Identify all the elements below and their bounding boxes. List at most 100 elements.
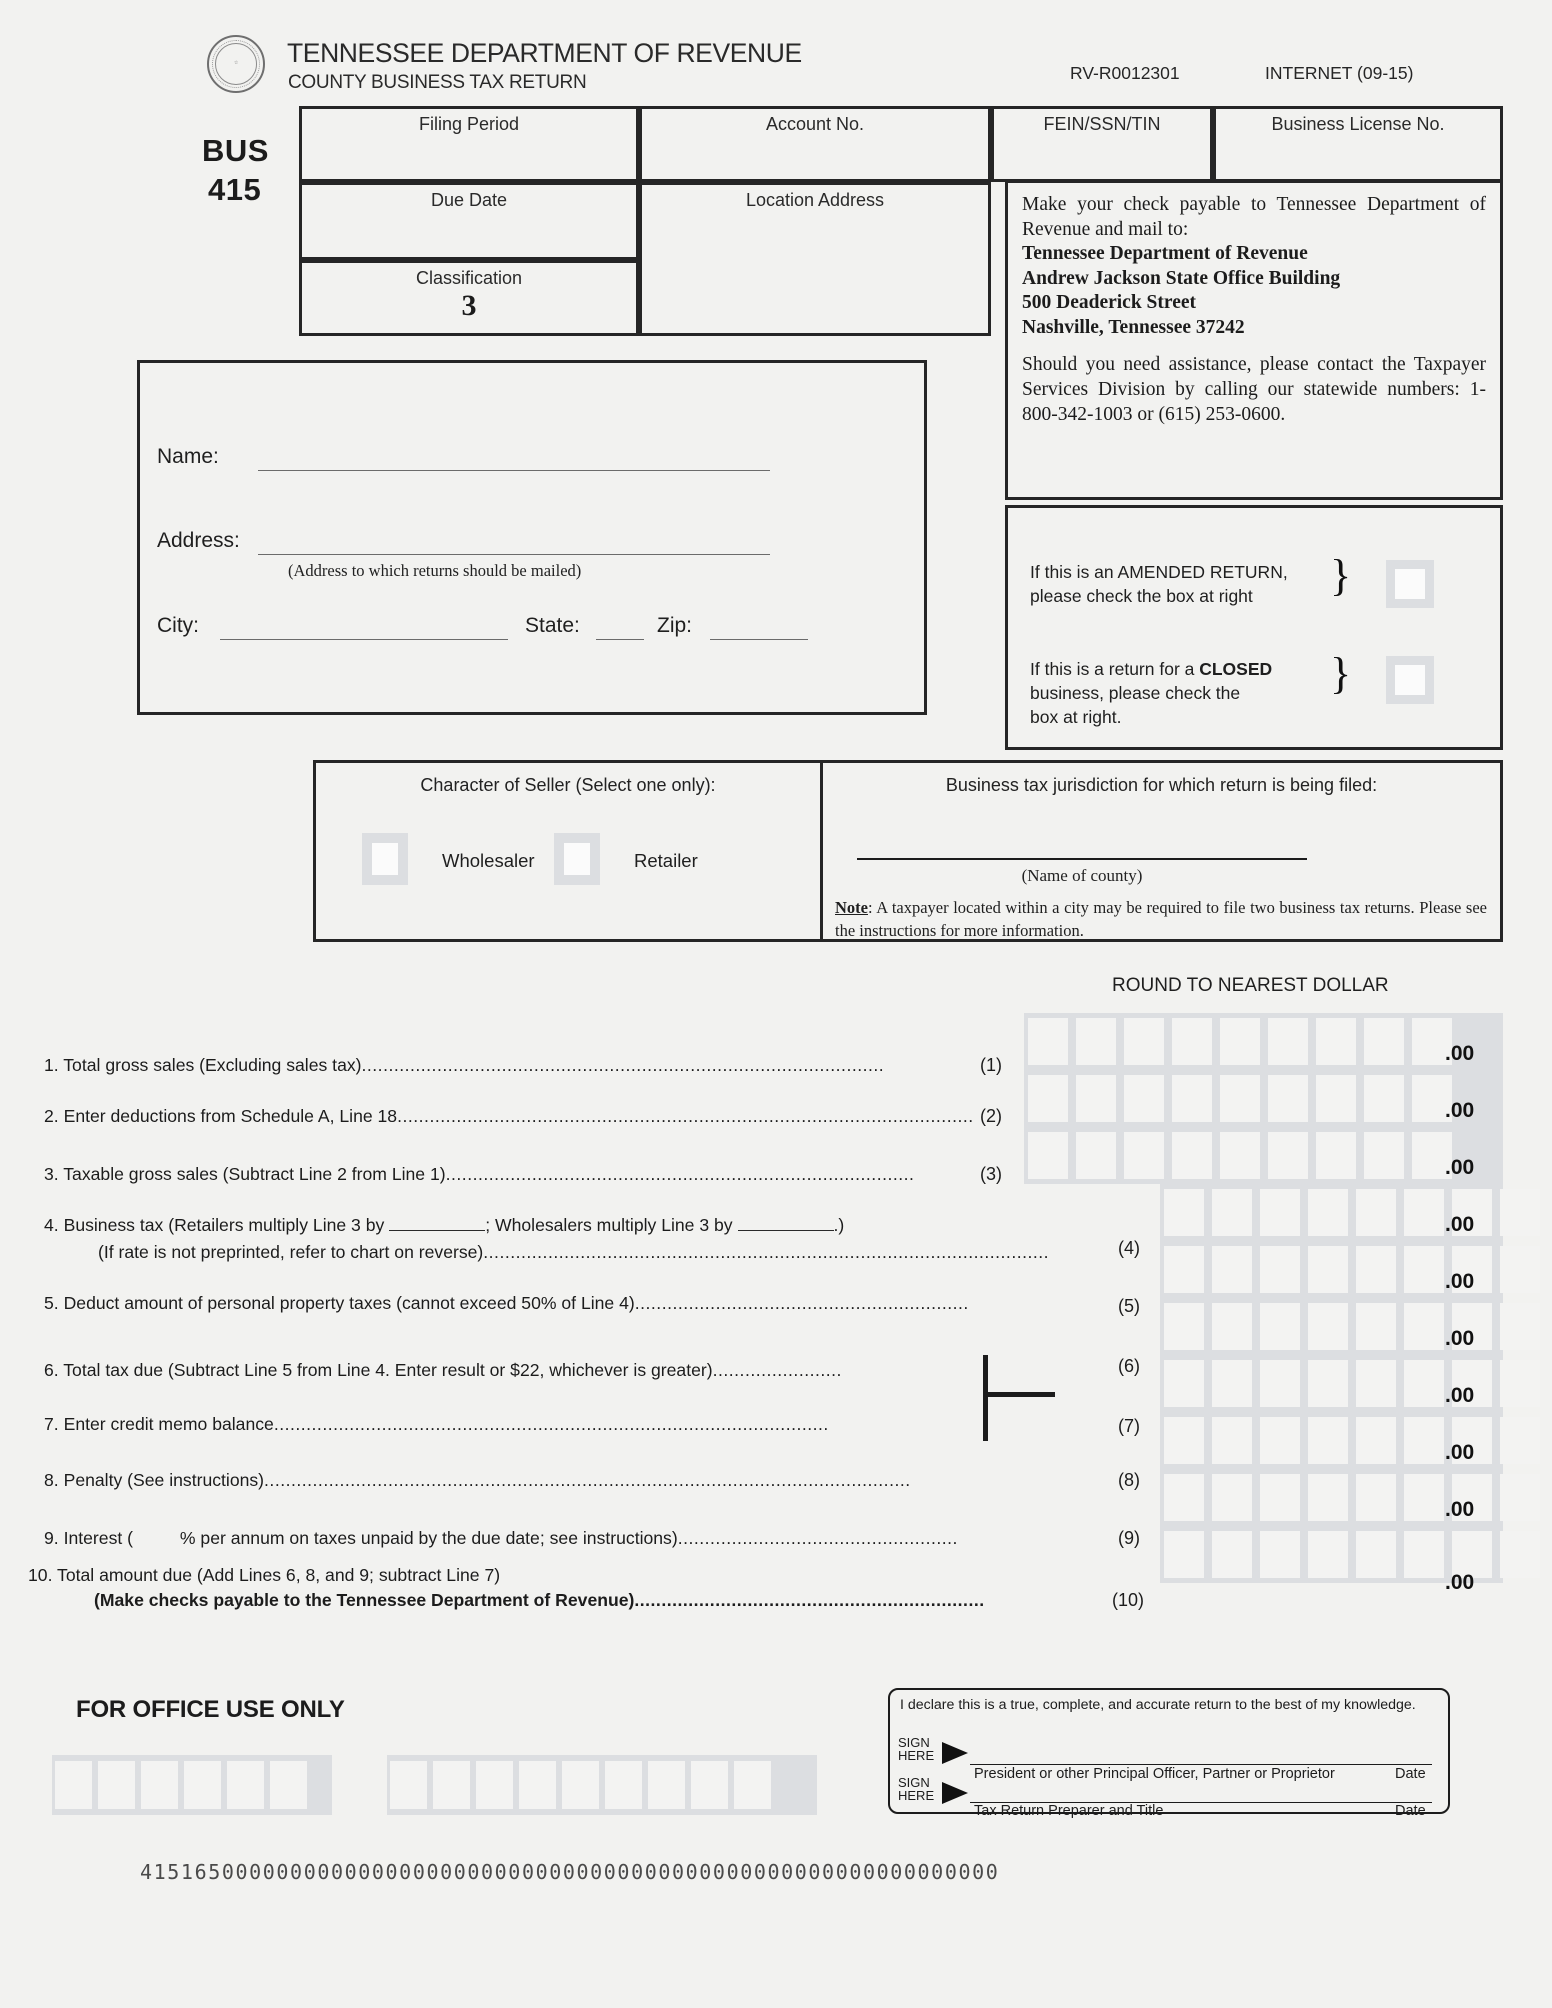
amount-cell[interactable] bbox=[1164, 1246, 1204, 1293]
amount-cell[interactable] bbox=[1364, 1132, 1404, 1179]
amount-cell[interactable] bbox=[1500, 1303, 1540, 1350]
amount-cell[interactable] bbox=[1308, 1417, 1348, 1464]
office-cell[interactable] bbox=[691, 1761, 728, 1809]
county-input[interactable] bbox=[857, 858, 1307, 860]
amount-cell[interactable] bbox=[1212, 1531, 1252, 1578]
amount-cell[interactable] bbox=[1316, 1018, 1356, 1065]
amount-cell[interactable] bbox=[1076, 1018, 1116, 1065]
closed-business-checkbox[interactable] bbox=[1386, 656, 1434, 704]
office-cell[interactable] bbox=[433, 1761, 470, 1809]
amount-row-3[interactable] bbox=[1024, 1127, 1503, 1184]
field-filing-period[interactable]: Filing Period bbox=[299, 106, 639, 182]
amount-cell[interactable] bbox=[1124, 1075, 1164, 1122]
amount-cell[interactable] bbox=[1308, 1531, 1348, 1578]
amount-cell[interactable] bbox=[1028, 1132, 1068, 1179]
amount-cell[interactable] bbox=[1404, 1246, 1444, 1293]
field-due-date[interactable]: Due Date bbox=[299, 182, 639, 260]
wholesaler-rate-input[interactable] bbox=[737, 1216, 834, 1231]
amount-cell[interactable] bbox=[1404, 1360, 1444, 1407]
amount-cell[interactable] bbox=[1404, 1189, 1444, 1236]
amount-cell[interactable] bbox=[1212, 1417, 1252, 1464]
amount-cell[interactable] bbox=[1220, 1018, 1260, 1065]
amount-cell[interactable] bbox=[1076, 1132, 1116, 1179]
signature-input-1[interactable] bbox=[970, 1764, 1432, 1765]
office-cell[interactable] bbox=[476, 1761, 513, 1809]
amount-cell[interactable] bbox=[1124, 1132, 1164, 1179]
amount-cell[interactable] bbox=[1028, 1075, 1068, 1122]
amount-cell[interactable] bbox=[1172, 1018, 1212, 1065]
amended-return-checkbox[interactable] bbox=[1386, 560, 1434, 608]
amount-cell[interactable] bbox=[1356, 1360, 1396, 1407]
office-cell[interactable] bbox=[648, 1761, 685, 1809]
amount-cell[interactable] bbox=[1172, 1075, 1212, 1122]
amount-cell[interactable] bbox=[1308, 1246, 1348, 1293]
amount-cell[interactable] bbox=[1500, 1417, 1540, 1464]
office-cell[interactable] bbox=[98, 1761, 135, 1809]
name-input[interactable] bbox=[258, 470, 770, 471]
amount-cell[interactable] bbox=[1500, 1474, 1540, 1521]
office-use-group-2[interactable] bbox=[387, 1755, 817, 1815]
field-classification[interactable]: Classification 3 bbox=[299, 260, 639, 336]
amount-cell[interactable] bbox=[1164, 1360, 1204, 1407]
amount-cell[interactable] bbox=[1220, 1075, 1260, 1122]
amount-cell[interactable] bbox=[1316, 1132, 1356, 1179]
amount-cell[interactable] bbox=[1364, 1075, 1404, 1122]
amount-cell[interactable] bbox=[1172, 1132, 1212, 1179]
amount-cell[interactable] bbox=[1268, 1132, 1308, 1179]
amount-cell[interactable] bbox=[1404, 1474, 1444, 1521]
amount-cell[interactable] bbox=[1500, 1189, 1540, 1236]
amount-cell[interactable] bbox=[1500, 1531, 1540, 1578]
amount-cell[interactable] bbox=[1356, 1417, 1396, 1464]
amount-cell[interactable] bbox=[1260, 1417, 1300, 1464]
zip-input[interactable] bbox=[710, 639, 808, 640]
city-input[interactable] bbox=[220, 639, 508, 640]
state-input[interactable] bbox=[596, 639, 644, 640]
office-cell[interactable] bbox=[55, 1761, 92, 1809]
wholesaler-checkbox[interactable] bbox=[362, 833, 408, 885]
amount-cell[interactable] bbox=[1164, 1303, 1204, 1350]
amount-cell[interactable] bbox=[1356, 1303, 1396, 1350]
amount-cell[interactable] bbox=[1268, 1075, 1308, 1122]
amount-cell[interactable] bbox=[1212, 1360, 1252, 1407]
field-location-address[interactable]: Location Address bbox=[639, 182, 991, 336]
address-input[interactable] bbox=[258, 554, 770, 555]
retailer-rate-input[interactable] bbox=[389, 1216, 486, 1231]
office-cell[interactable] bbox=[270, 1761, 307, 1809]
office-cell[interactable] bbox=[605, 1761, 642, 1809]
amount-cell[interactable] bbox=[1356, 1474, 1396, 1521]
amount-cell[interactable] bbox=[1356, 1189, 1396, 1236]
office-cell[interactable] bbox=[734, 1761, 771, 1809]
amount-cell[interactable] bbox=[1356, 1531, 1396, 1578]
amount-cell[interactable] bbox=[1404, 1417, 1444, 1464]
amount-cell[interactable] bbox=[1260, 1303, 1300, 1350]
amount-cell[interactable] bbox=[1308, 1474, 1348, 1521]
amount-row-1[interactable] bbox=[1024, 1013, 1503, 1070]
office-cell[interactable] bbox=[562, 1761, 599, 1809]
amount-cell[interactable] bbox=[1164, 1474, 1204, 1521]
field-fein[interactable]: FEIN/SSN/TIN bbox=[991, 106, 1213, 182]
amount-cell[interactable] bbox=[1212, 1189, 1252, 1236]
amount-cell[interactable] bbox=[1028, 1018, 1068, 1065]
amount-cell[interactable] bbox=[1260, 1360, 1300, 1407]
amount-cell[interactable] bbox=[1404, 1303, 1444, 1350]
interest-rate-input[interactable] bbox=[138, 1530, 180, 1544]
amount-cell[interactable] bbox=[1212, 1303, 1252, 1350]
amount-cell[interactable] bbox=[1260, 1531, 1300, 1578]
amount-cell[interactable] bbox=[1500, 1246, 1540, 1293]
office-use-group-1[interactable] bbox=[52, 1755, 332, 1815]
amount-cell[interactable] bbox=[1404, 1531, 1444, 1578]
office-cell[interactable] bbox=[227, 1761, 264, 1809]
amount-cell[interactable] bbox=[1316, 1075, 1356, 1122]
amount-cell[interactable] bbox=[1164, 1417, 1204, 1464]
amount-cell[interactable] bbox=[1220, 1132, 1260, 1179]
amount-cell[interactable] bbox=[1076, 1075, 1116, 1122]
amount-cell[interactable] bbox=[1260, 1246, 1300, 1293]
amount-cell[interactable] bbox=[1212, 1246, 1252, 1293]
amount-cell[interactable] bbox=[1308, 1189, 1348, 1236]
amount-cell[interactable] bbox=[1124, 1018, 1164, 1065]
office-cell[interactable] bbox=[519, 1761, 556, 1809]
amount-cell[interactable] bbox=[1500, 1360, 1540, 1407]
office-cell[interactable] bbox=[390, 1761, 427, 1809]
amount-cell[interactable] bbox=[1308, 1303, 1348, 1350]
amount-cell[interactable] bbox=[1260, 1189, 1300, 1236]
